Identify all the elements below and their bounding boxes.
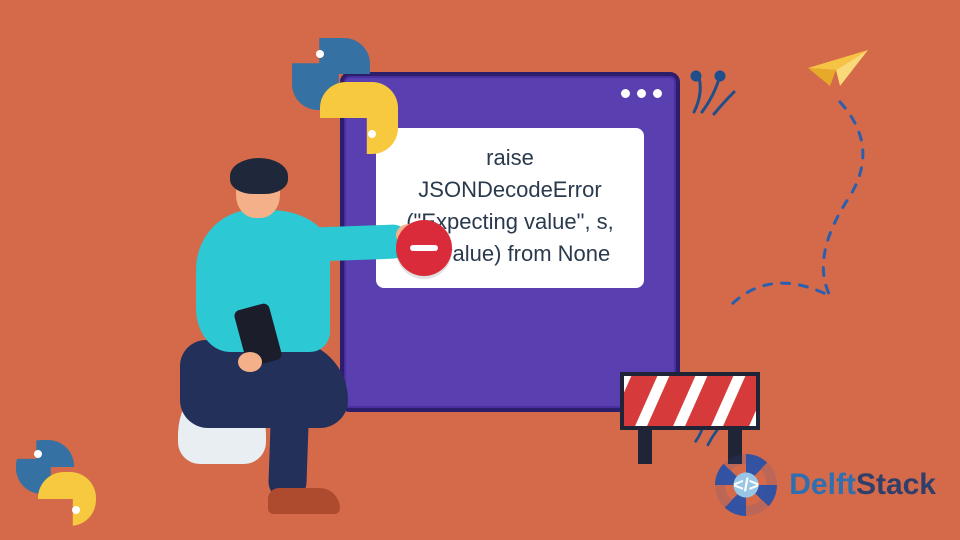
window-dot-icon [653,89,662,98]
window-dot-icon [621,89,630,98]
plane-trail-icon [700,96,900,316]
window-dot-icon [637,89,646,98]
delftstack-logo: </> DelftStack [715,454,936,516]
no-entry-icon [396,220,452,276]
brand-gear-icon: </> [715,454,777,516]
paper-plane-icon [806,46,870,90]
python-logo-icon [12,440,102,530]
person-illustration [150,156,420,476]
brand-wordmark: DelftStack [789,468,936,502]
python-logo-icon [286,38,406,158]
